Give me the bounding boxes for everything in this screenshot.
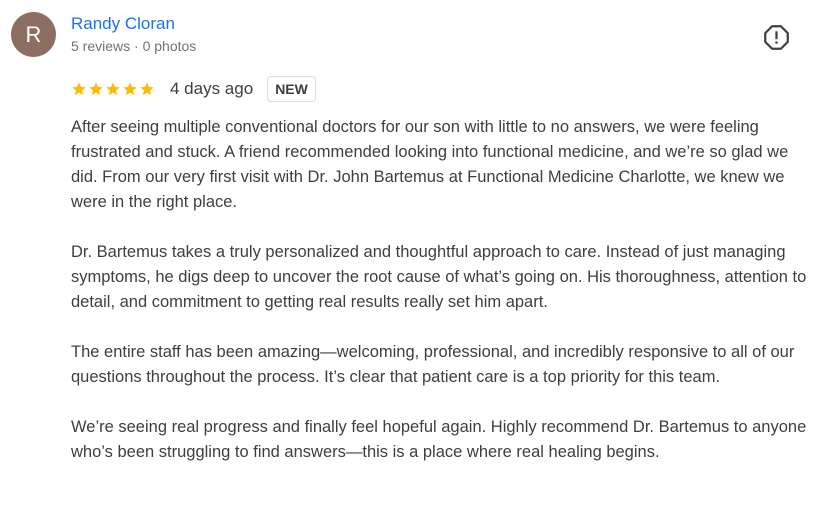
- rating-row: 4 days ago NEW: [71, 74, 316, 104]
- review-text: After seeing multiple conventional docto…: [71, 115, 813, 465]
- star-icon: [140, 82, 154, 96]
- new-badge: NEW: [267, 76, 316, 102]
- reviewer-name[interactable]: Randy Cloran: [71, 14, 175, 34]
- star-icon: [106, 82, 120, 96]
- reviewer-meta: 5 reviews · 0 photos: [71, 38, 197, 54]
- report-button[interactable]: [763, 24, 790, 51]
- review-paragraph: After seeing multiple conventional docto…: [71, 118, 789, 211]
- star-icon: [89, 82, 103, 96]
- star-rating: [71, 81, 155, 97]
- report-flag-icon: [764, 25, 789, 50]
- review-paragraph: Dr. Bartemus takes a truly personalized …: [71, 243, 807, 311]
- star-icon: [72, 82, 86, 96]
- review-time: 4 days ago: [170, 79, 254, 98]
- avatar-letter: R: [25, 21, 42, 47]
- review-paragraph: The entire staff has been amazing—welcom…: [71, 343, 795, 386]
- avatar[interactable]: R: [11, 12, 56, 57]
- star-icon: [123, 82, 137, 96]
- review-paragraph: We’re seeing real progress and finally f…: [71, 418, 807, 461]
